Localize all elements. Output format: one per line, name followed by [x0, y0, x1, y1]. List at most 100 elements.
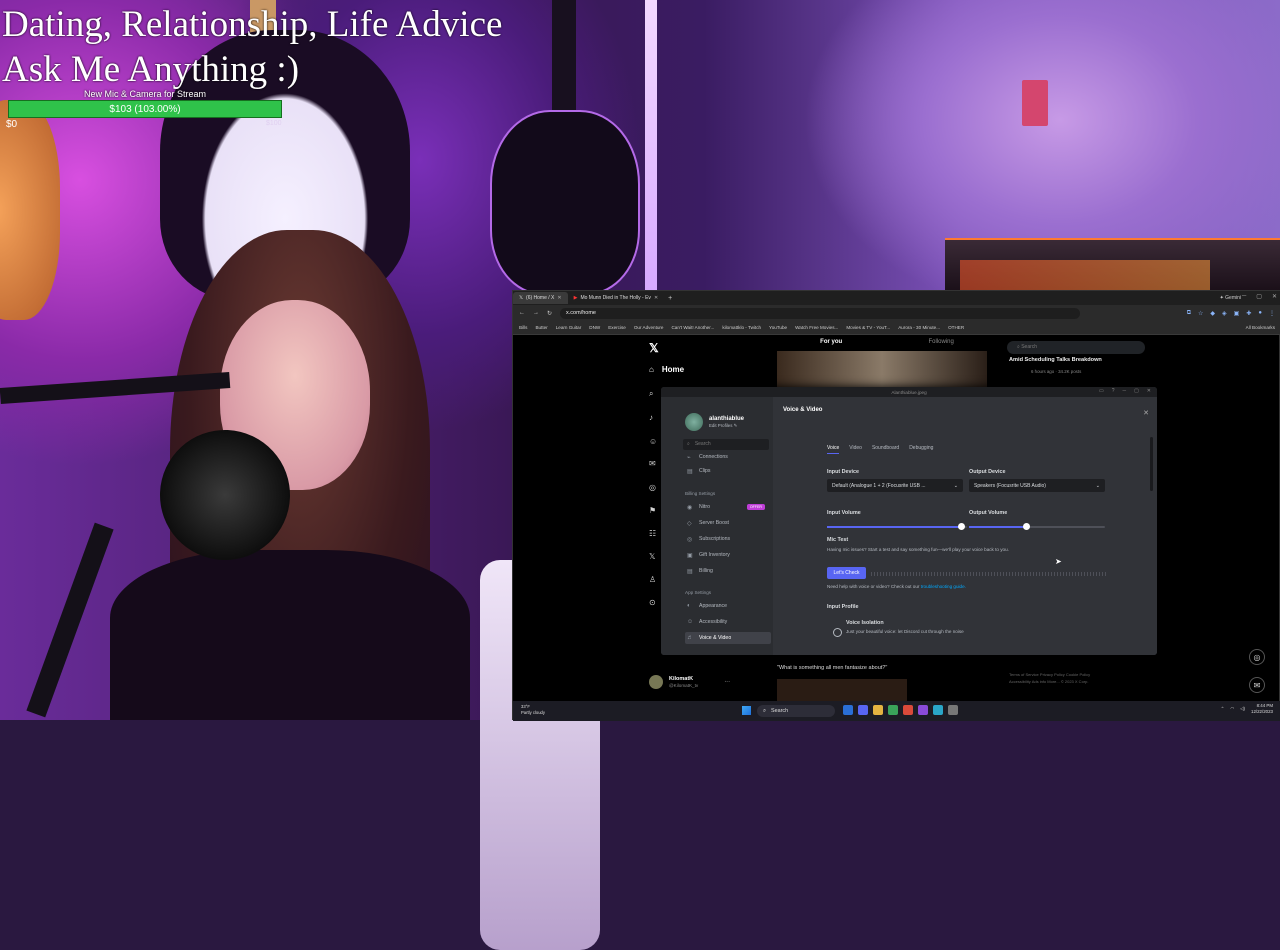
sidebar-item-subscriptions[interactable]: ◎ Subscriptions — [685, 533, 771, 545]
people-icon[interactable]: ☺ — [649, 437, 657, 446]
tab-x-home[interactable]: 𝕏 (6) Home / X ✕ — [513, 292, 568, 304]
clock[interactable]: 8:44 PM 12/22/2023 — [1251, 703, 1273, 715]
app-icon[interactable] — [903, 705, 913, 715]
bookmark-item[interactable]: DNW — [589, 325, 600, 330]
sidebar-item-nitro[interactable]: ◉ Nitro OFFER — [685, 501, 771, 513]
gemini-button[interactable]: ✦ Gemini — [1220, 295, 1241, 301]
volume-icon[interactable]: ◁) — [1240, 706, 1245, 712]
wifi-icon[interactable]: ◠ — [1230, 706, 1234, 712]
footer-link[interactable]: Privacy Policy — [1040, 672, 1066, 677]
grok-icon[interactable]: ◎ — [649, 483, 656, 492]
minimize-icon[interactable]: ─ — [1123, 388, 1127, 394]
bookmark-item[interactable]: Bills — [519, 325, 527, 330]
bookmark-item[interactable]: kilomattklo - Twitch — [722, 325, 761, 330]
footer-link[interactable]: Accessibility — [1009, 679, 1032, 684]
bookmark-item[interactable]: Watch Free Movies... — [795, 325, 838, 330]
mail-icon[interactable]: ✉ — [649, 459, 656, 468]
post-text[interactable]: "What is something all men fantasize abo… — [777, 665, 887, 671]
footer-link[interactable]: © 2023 X Corp. — [1061, 679, 1089, 684]
communities-icon[interactable]: ☷ — [649, 529, 656, 538]
settings-search-input[interactable]: ⌕ Search — [683, 439, 769, 450]
post-media[interactable] — [777, 679, 907, 703]
search-icon[interactable]: ⌕ — [649, 389, 653, 399]
post-image[interactable] — [777, 351, 987, 387]
bookmark-item[interactable]: Exercise — [608, 325, 626, 330]
output-device-select[interactable]: Speakers (Focusrite USB Audio) ⌄ — [969, 479, 1105, 492]
x-logo[interactable]: 𝕏 — [649, 341, 659, 355]
messages-icon[interactable]: ✉ — [1249, 677, 1265, 693]
windows-start-icon[interactable] — [742, 706, 751, 715]
sidebar-item-connections[interactable]: ⌁ Connections — [685, 453, 771, 461]
grok-button-icon[interactable]: ◎ — [1249, 649, 1265, 665]
sidebar-item-clips[interactable]: ▤ Clips — [685, 465, 771, 477]
sidebar-item-billing[interactable]: ▤ Billing — [685, 565, 771, 577]
reload-icon[interactable]: ↻ — [547, 310, 552, 317]
weather-widget[interactable]: 33°F Partly cloudy — [521, 704, 545, 716]
close-icon[interactable]: ✕ — [1147, 388, 1151, 394]
footer-link[interactable]: Ads info — [1032, 679, 1048, 684]
chevron-up-icon[interactable]: ⌃ — [1221, 706, 1225, 712]
tab-soundboard[interactable]: Soundboard — [872, 445, 899, 454]
help-icon[interactable]: ? — [1112, 388, 1115, 394]
lets-check-button[interactable]: Let's Check — [827, 567, 866, 579]
bookmark-item[interactable]: Aurora - 30 Minute... — [898, 325, 940, 330]
sidebar-item-gift-inventory[interactable]: ▣ Gift Inventory — [685, 549, 771, 561]
bookmark-item[interactable]: YouTube — [769, 325, 787, 330]
tab-debugging[interactable]: Debugging — [909, 445, 933, 454]
minimize-icon[interactable]: ─ — [1242, 293, 1246, 300]
share-icon[interactable]: ⧉ — [1187, 310, 1191, 317]
bookmark-icon[interactable]: ⚑ — [649, 506, 656, 515]
tab-video[interactable]: Video — [849, 445, 862, 454]
puzzle-icon[interactable]: ✚ — [1246, 310, 1251, 317]
forward-icon[interactable]: → — [533, 310, 539, 316]
bookmark-item[interactable]: Butter — [535, 325, 547, 330]
troubleshooting-link[interactable]: troubleshooting guide. — [921, 584, 966, 589]
tab-youtube[interactable]: ▶ Mo Munn Died in The Holly - Ev ✕ — [568, 292, 665, 304]
close-window-icon[interactable]: ✕ — [1272, 293, 1277, 300]
tab-following[interactable]: Following — [928, 339, 953, 345]
app-icon[interactable] — [933, 705, 943, 715]
footer-link[interactable]: Cookie Policy — [1066, 672, 1090, 677]
discord-icon[interactable] — [858, 705, 868, 715]
chrome-icon[interactable] — [888, 705, 898, 715]
profile-icon[interactable]: ♙ — [649, 575, 656, 584]
input-volume-knob[interactable] — [958, 523, 966, 530]
edge-icon[interactable] — [843, 705, 853, 715]
new-tab-button[interactable]: + — [664, 295, 676, 302]
sidebar-item-voice-video[interactable]: ♬ Voice & Video — [685, 632, 771, 644]
scrollbar[interactable] — [1150, 437, 1153, 491]
x-search-input[interactable]: ⌕ Search — [1007, 341, 1145, 354]
trend-title[interactable]: Amid Scheduling Talks Breakdown — [1009, 357, 1102, 363]
close-icon[interactable]: ✕ — [1143, 409, 1149, 417]
bookmark-item[interactable]: Learn Guitar — [556, 325, 582, 330]
x-account-switcher[interactable]: KilomatK @KilomatK_tv ··· — [649, 675, 730, 689]
all-bookmarks[interactable]: All Bookmarks — [1246, 325, 1275, 330]
footer-link[interactable]: More... — [1047, 679, 1061, 684]
tab-for-you[interactable]: For you — [820, 339, 842, 345]
extension-icon[interactable]: ◆ — [1210, 310, 1215, 317]
bookmark-item[interactable]: Can't Wait! Another... — [671, 325, 714, 330]
x-nav-home[interactable]: ⌂ Home — [649, 365, 684, 374]
sidebar-item-server-boost[interactable]: ◇ Server Boost — [685, 517, 771, 529]
bell-icon[interactable]: ♪ — [649, 413, 653, 422]
discord-profile[interactable]: alanthiablue Edit Profiles ✎ — [685, 413, 744, 431]
url-field[interactable]: x.com/home — [560, 307, 1081, 319]
close-icon[interactable]: ✕ — [557, 295, 561, 301]
more-icon[interactable]: ⊙ — [649, 598, 656, 607]
bookmark-item[interactable]: OTHER — [948, 325, 964, 330]
input-device-select[interactable]: Default (Analogue 1 + 2 (Focusrite USB .… — [827, 479, 963, 492]
more-icon[interactable]: ··· — [724, 679, 730, 685]
bookmark-item[interactable]: Movies & TV - YouT... — [846, 325, 890, 330]
settings-icon[interactable] — [948, 705, 958, 715]
close-icon[interactable]: ✕ — [654, 295, 658, 301]
profile-icon[interactable]: ● — [1258, 310, 1262, 317]
taskbar-search[interactable]: ⌕ Search — [757, 705, 835, 717]
inbox-icon[interactable]: ▭ — [1099, 388, 1104, 394]
sidebar-item-appearance[interactable]: ◐ Appearance — [685, 600, 771, 612]
sidebar-item-accessibility[interactable]: ☺ Accessibility — [685, 616, 771, 628]
extension-icon[interactable]: ◈ — [1222, 310, 1227, 317]
voice-isolation-radio[interactable] — [833, 628, 842, 637]
output-volume-slider[interactable] — [969, 523, 1105, 530]
input-volume-slider[interactable] — [827, 523, 967, 530]
bookmark-item[interactable]: Our Adventure — [634, 325, 664, 330]
